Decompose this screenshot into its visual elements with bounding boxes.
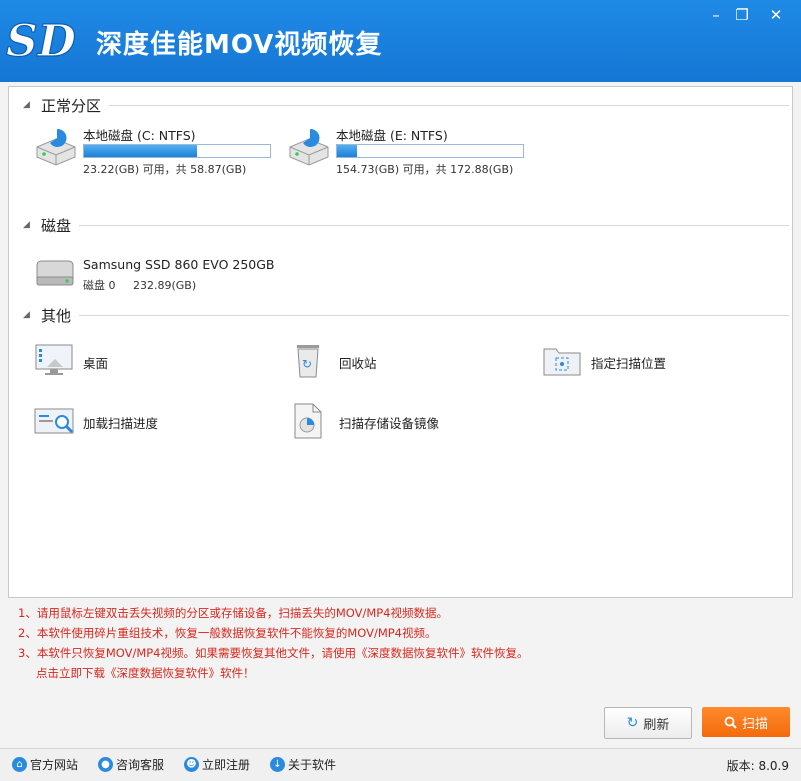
other-load-progress[interactable]: 加载扫描进度 bbox=[33, 401, 233, 441]
other-label: 加载扫描进度 bbox=[83, 416, 159, 431]
about-link[interactable]: ↓ 关于软件 bbox=[270, 756, 336, 773]
official-site-link[interactable]: ⌂ 官方网站 bbox=[12, 756, 78, 773]
partition-e[interactable]: 本地磁盘 (E: NTFS) 154.73(GB) 可用，共 172.88(GB… bbox=[286, 125, 536, 176]
refresh-button[interactable]: ↻ 刷新 bbox=[604, 707, 692, 739]
home-icon: ⌂ bbox=[12, 757, 27, 772]
svg-text:SD: SD bbox=[6, 16, 76, 66]
user-icon: ☻ bbox=[184, 757, 199, 772]
other-recycle-bin[interactable]: ↻ 回收站 bbox=[289, 341, 489, 381]
scan-location-icon bbox=[543, 348, 581, 376]
partition-name: 本地磁盘 (E: NTFS) bbox=[336, 128, 448, 143]
tip-line: 3、本软件只恢复MOV/MP4视频。如果需要恢复其他文件，请使用《深度数据恢复软… bbox=[18, 646, 529, 660]
device-panel: ◢ 正常分区 本地磁盘 (C: NTFS) 23.22(GB) 可用，共 58.… bbox=[8, 86, 793, 598]
desktop-icon bbox=[35, 344, 73, 375]
other-label: 指定扫描位置 bbox=[591, 356, 667, 371]
disk-0[interactable]: Samsung SSD 860 EVO 250GB 磁盘 0 232.89(GB… bbox=[33, 255, 283, 295]
app-title: 深度佳能MOV视频恢复 bbox=[96, 30, 383, 60]
minimize-icon: – bbox=[712, 6, 720, 24]
disk-info: 磁盘 0 232.89(GB) bbox=[83, 279, 197, 292]
refresh-icon: ↻ bbox=[626, 715, 639, 731]
svg-text:↻: ↻ bbox=[302, 357, 312, 371]
load-progress-icon bbox=[34, 408, 74, 434]
restore-button[interactable]: ❐ bbox=[729, 5, 755, 25]
other-label: 回收站 bbox=[339, 356, 377, 371]
instructions: 1、请用鼠标左键双击丢失视频的分区或存储设备，扫描丢失的MOV/MP4视频数据。… bbox=[18, 603, 529, 683]
scan-button[interactable]: 扫描 bbox=[702, 707, 790, 737]
register-link[interactable]: ☻ 立即注册 bbox=[184, 756, 250, 773]
other-scan-location[interactable]: 指定扫描位置 bbox=[541, 341, 741, 381]
other-label: 扫描存储设备镜像 bbox=[339, 416, 440, 431]
partition-usage-text: 154.73(GB) 可用，共 172.88(GB) bbox=[336, 163, 514, 176]
disk-name: Samsung SSD 860 EVO 250GB bbox=[83, 257, 275, 272]
other-label: 桌面 bbox=[83, 356, 109, 371]
collapse-icon: ◢ bbox=[23, 310, 30, 320]
disk-image-icon bbox=[294, 403, 322, 439]
recycle-bin-icon: ↻ bbox=[297, 345, 319, 378]
partition-c[interactable]: 本地磁盘 (C: NTFS) 23.22(GB) 可用，共 58.87(GB) bbox=[33, 125, 283, 176]
other-desktop[interactable]: 桌面 bbox=[33, 341, 233, 381]
partition-name: 本地磁盘 (C: NTFS) bbox=[83, 128, 196, 143]
drive-icon bbox=[36, 128, 76, 166]
partition-usage-text: 23.22(GB) 可用，共 58.87(GB) bbox=[83, 163, 247, 176]
drive-icon bbox=[289, 128, 329, 166]
status-bar: ⌂ 官方网站 ● 咨询客服 ☻ 立即注册 ↓ 关于软件 版本: 8.0.9 bbox=[0, 748, 801, 781]
title-bar: SD 深度佳能MOV视频恢复 – ❐ ✕ bbox=[0, 0, 801, 82]
support-icon: ● bbox=[98, 757, 113, 772]
version-label: 版本: 8.0.9 bbox=[726, 759, 789, 773]
section-other[interactable]: ◢ 其他 bbox=[21, 305, 789, 326]
app-logo: SD bbox=[5, 15, 76, 66]
info-icon: ↓ bbox=[270, 757, 285, 772]
minimize-button[interactable]: – bbox=[703, 5, 729, 25]
tip-line: 2、本软件使用碎片重组技术，恢复一般数据恢复软件不能恢复的MOV/MP4视频。 bbox=[18, 626, 437, 640]
collapse-icon: ◢ bbox=[23, 220, 30, 230]
support-link[interactable]: ● 咨询客服 bbox=[98, 756, 164, 773]
section-normal-partitions[interactable]: ◢ 正常分区 bbox=[21, 95, 789, 116]
search-icon bbox=[724, 716, 737, 729]
close-button[interactable]: ✕ bbox=[763, 5, 789, 25]
partition-usage-bar bbox=[83, 144, 271, 158]
partition-usage-bar bbox=[336, 144, 524, 158]
tip-line: 1、请用鼠标左键双击丢失视频的分区或存储设备，扫描丢失的MOV/MP4视频数据。 bbox=[18, 606, 448, 620]
other-disk-image[interactable]: 扫描存储设备镜像 bbox=[289, 401, 509, 441]
hard-disk-icon bbox=[36, 260, 74, 286]
restore-icon: ❐ bbox=[735, 6, 749, 24]
collapse-icon: ◢ bbox=[23, 100, 30, 110]
section-disks[interactable]: ◢ 磁盘 bbox=[21, 215, 789, 236]
close-icon: ✕ bbox=[769, 6, 783, 24]
download-link[interactable]: 点击立即下载《深度数据恢复软件》软件！ bbox=[18, 663, 529, 683]
